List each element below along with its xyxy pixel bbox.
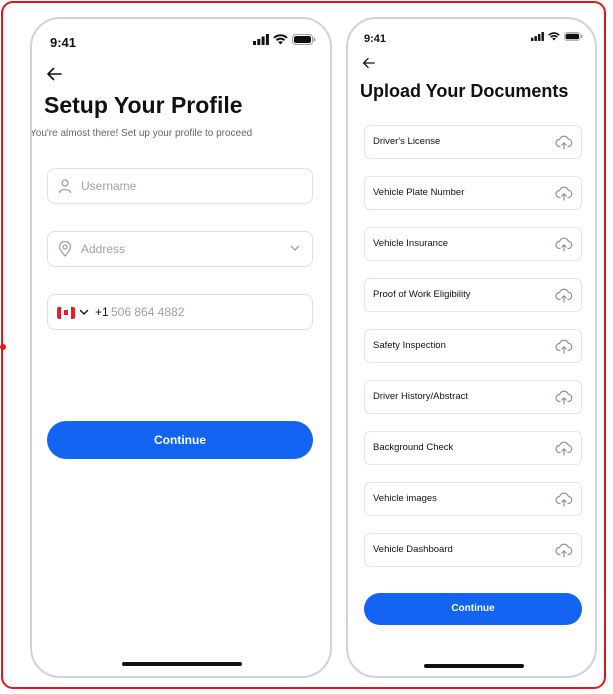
wifi-icon: [548, 32, 560, 41]
page-subtitle: You're almost there! Set up your profile…: [30, 128, 253, 139]
document-item[interactable]: Vehicle Dashboard: [364, 533, 582, 567]
page-title: Setup Your Profile: [44, 92, 243, 118]
home-indicator: [122, 662, 242, 666]
document-label: Proof of Work Eligibility: [373, 289, 471, 300]
status-bar: 9:41: [32, 19, 330, 69]
username-placeholder: Username: [81, 179, 137, 193]
document-label: Driver's License: [373, 136, 441, 147]
upload-documents-screen: 9:41 Upload Your Documents Driver's Lice…: [346, 17, 597, 678]
document-label: Vehicle Plate Number: [373, 187, 465, 198]
home-indicator: [424, 664, 524, 668]
user-icon: [58, 179, 72, 194]
cloud-upload-icon[interactable]: [555, 491, 573, 507]
document-item[interactable]: Vehicle Insurance: [364, 227, 582, 261]
chevron-down-icon[interactable]: [290, 244, 300, 252]
page-title: Upload Your Documents: [360, 81, 569, 101]
continue-button[interactable]: Continue: [47, 421, 313, 459]
cloud-upload-icon[interactable]: [555, 542, 573, 558]
battery-icon: [564, 32, 583, 41]
cloud-upload-icon[interactable]: [555, 440, 573, 456]
country-code: +1: [95, 305, 109, 319]
document-item[interactable]: Vehicle Plate Number: [364, 176, 582, 210]
status-time: 9:41: [50, 35, 77, 50]
cloud-upload-icon[interactable]: [555, 236, 573, 252]
cloud-upload-icon[interactable]: [555, 287, 573, 303]
status-time: 9:41: [364, 33, 387, 45]
signal-icon: [531, 32, 544, 41]
phone-placeholder: 506 864 4882: [111, 305, 185, 319]
cloud-upload-icon[interactable]: [555, 185, 573, 201]
cloud-upload-icon[interactable]: [555, 389, 573, 405]
location-pin-icon: [58, 241, 72, 257]
annotation-pointer: [0, 344, 6, 350]
wifi-icon: [273, 34, 288, 45]
back-arrow-icon[interactable]: [362, 57, 375, 69]
document-item[interactable]: Safety Inspection: [364, 329, 582, 363]
document-label: Vehicle Insurance: [373, 238, 448, 249]
continue-button[interactable]: Continue: [364, 593, 582, 625]
cloud-upload-icon[interactable]: [555, 134, 573, 150]
back-arrow-icon[interactable]: [46, 67, 62, 81]
phone-field[interactable]: +1 506 864 4882: [47, 294, 313, 330]
document-label: Safety Inspection: [373, 340, 446, 351]
cloud-upload-icon[interactable]: [555, 338, 573, 354]
document-item[interactable]: Driver's License: [364, 125, 582, 159]
battery-icon: [292, 34, 316, 45]
document-item[interactable]: Background Check: [364, 431, 582, 465]
document-item[interactable]: Proof of Work Eligibility: [364, 278, 582, 312]
document-item[interactable]: Vehicle images: [364, 482, 582, 516]
document-label: Vehicle Dashboard: [373, 544, 453, 555]
signal-icon: [253, 34, 269, 45]
chevron-down-icon[interactable]: [79, 308, 89, 316]
address-select[interactable]: Address: [47, 231, 313, 267]
profile-setup-screen: 9:41 Setup Your Profile You're almost th…: [30, 17, 332, 678]
document-item[interactable]: Driver History/Abstract: [364, 380, 582, 414]
username-field[interactable]: Username: [47, 168, 313, 204]
document-label: Vehicle images: [373, 493, 437, 504]
status-icons: [253, 34, 316, 45]
document-label: Driver History/Abstract: [373, 391, 469, 402]
document-label: Background Check: [373, 442, 454, 453]
status-icons: [531, 32, 583, 41]
canada-flag-icon[interactable]: [57, 307, 75, 319]
address-placeholder: Address: [81, 242, 126, 256]
status-bar: 9:41: [348, 19, 595, 69]
